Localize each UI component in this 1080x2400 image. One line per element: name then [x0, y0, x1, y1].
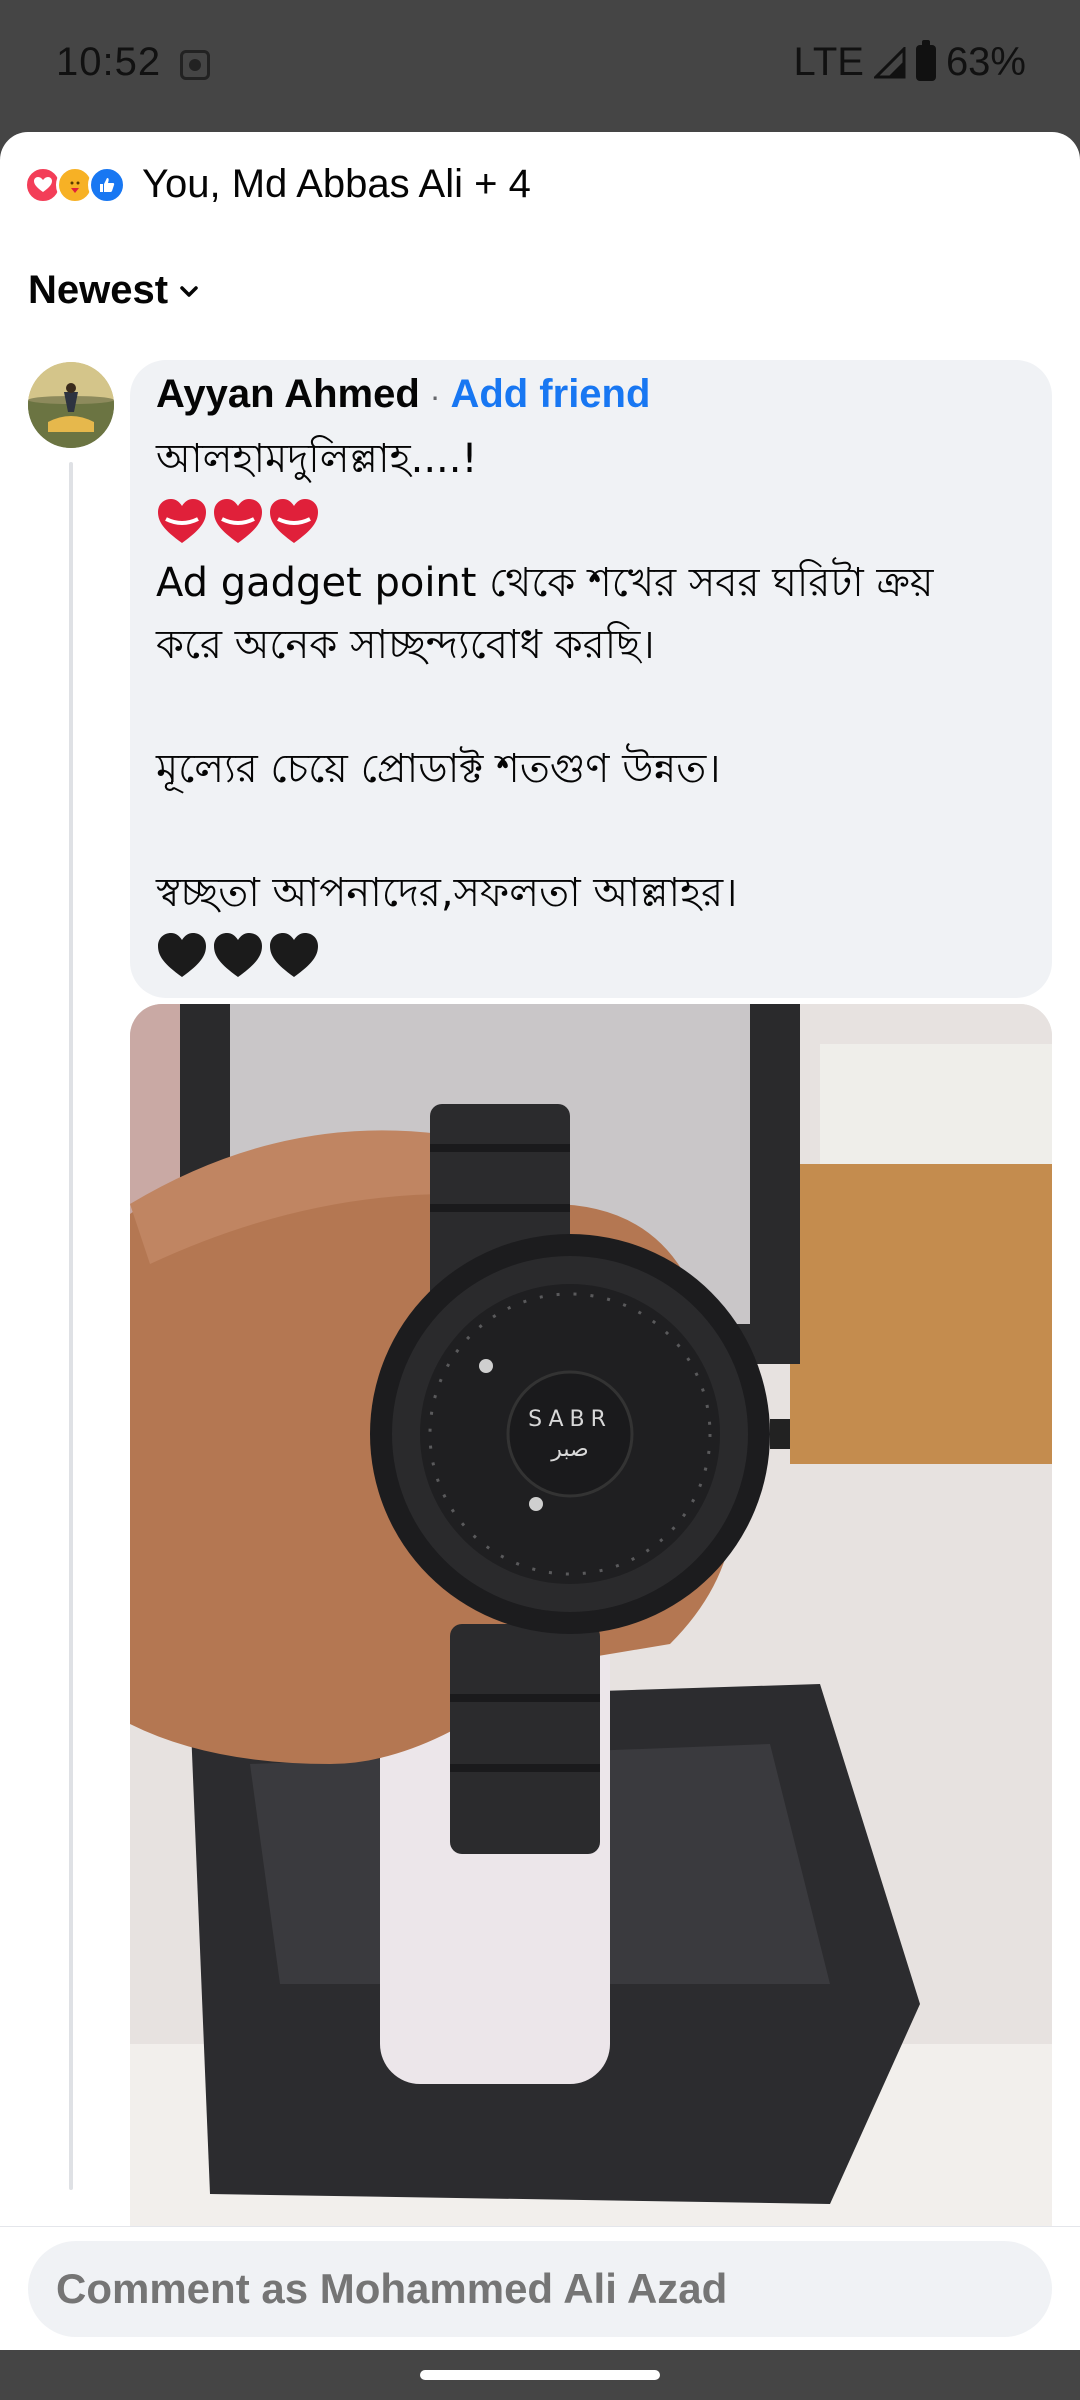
watch-brand-arabic-text: صبر: [550, 1437, 588, 1462]
comment-blank-line: [156, 676, 1036, 738]
reactions-summary[interactable]: You, Md Abbas Ali + 4: [24, 162, 531, 207]
comment-photo[interactable]: SABR صبر: [130, 1004, 1052, 2350]
thread-line: [69, 462, 73, 2190]
comment-blank-line: [156, 800, 1036, 862]
comment-line: করে অনেক সাচ্ছন্দ্যবোধ করছি।: [156, 622, 655, 668]
comment-line: মূল্যের চেয়ে প্রোডাক্ট শতগুণ উন্নত।: [156, 746, 721, 792]
comment-line: Ad gadget point থেকে শখের সবর ঘরিটা ক্রয…: [156, 560, 934, 606]
status-time: 10:52: [56, 40, 162, 84]
heart-emoji-icon: [158, 499, 206, 543]
reaction-summary-text: You, Md Abbas Ali + 4: [142, 162, 531, 206]
battery-icon: [915, 39, 936, 81]
black-heart-emoji-icon: [270, 933, 318, 977]
sort-dropdown[interactable]: Newest: [28, 268, 200, 313]
signal-icon: [873, 46, 906, 78]
heart-emoji-icon: [214, 499, 262, 543]
composer-bar: [0, 2226, 1080, 2350]
watch-brand-text: SABR: [528, 1407, 612, 1432]
like-icon: [88, 165, 126, 204]
black-heart-emoji-icon: [158, 933, 206, 977]
red-hearts-emoji: [156, 490, 1036, 552]
comment-line: আলহামদুলিল্লাহ....!: [156, 436, 478, 482]
home-gesture-handle[interactable]: [420, 2370, 660, 2380]
network-label: LTE: [793, 40, 864, 84]
avatar[interactable]: [28, 362, 114, 448]
screen-record-icon: [180, 50, 210, 80]
battery-percent: 63%: [945, 40, 1026, 84]
comments-sheet: You, Md Abbas Ali + 4 Newest Ayyan Ahmed…: [0, 132, 1080, 2350]
black-hearts-emoji: [156, 924, 1036, 986]
comment-author[interactable]: Ayyan Ahmed: [156, 372, 420, 417]
comment-bubble[interactable]: Ayyan Ahmed · Add friend আলহামদুলিল্লাহ.…: [130, 360, 1052, 998]
separator-dot: ·: [429, 378, 441, 414]
comment-header: Ayyan Ahmed · Add friend: [156, 372, 650, 417]
comment-input[interactable]: [28, 2241, 1052, 2337]
add-friend-link[interactable]: Add friend: [450, 372, 650, 417]
status-bar: 10:52 LTE 63%: [0, 0, 1080, 132]
comment-line: স্বচ্ছতা আপনাদের,সফলতা আল্লাহর।: [156, 870, 738, 916]
comment-body: আলহামদুলিল্লাহ....! Ad gadget point থেকে…: [156, 428, 1036, 986]
sort-label: Newest: [28, 268, 169, 312]
black-heart-emoji-icon: [214, 933, 262, 977]
chevron-down-icon: [180, 285, 198, 297]
status-indicators: LTE 63%: [793, 39, 1026, 85]
heart-emoji-icon: [270, 499, 318, 543]
